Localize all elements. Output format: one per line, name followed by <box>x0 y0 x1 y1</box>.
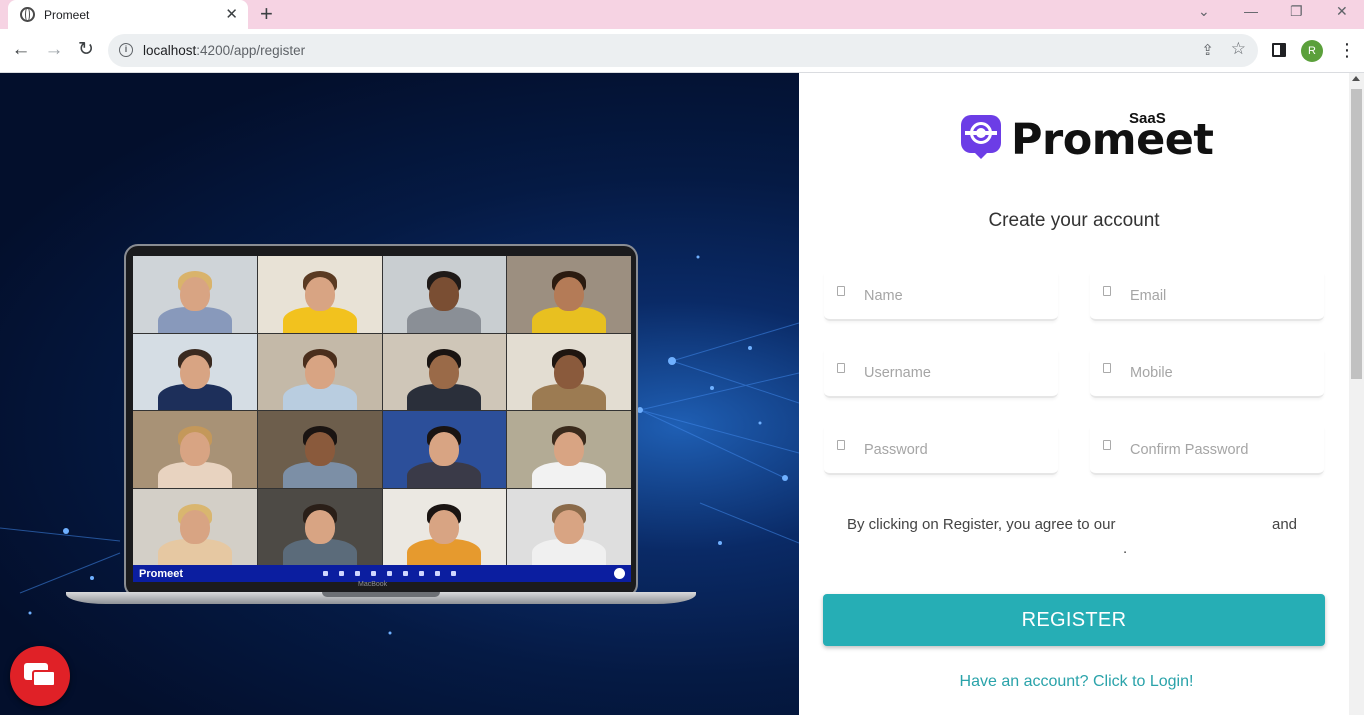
participant-tile <box>507 488 631 565</box>
participant-tile <box>133 488 257 565</box>
new-tab-button[interactable]: + <box>260 3 273 25</box>
bookmark-star-icon[interactable]: ☆ <box>1231 39 1246 59</box>
share-icon[interactable]: ⇪ <box>1201 41 1214 59</box>
confirm-password-input[interactable] <box>1130 439 1315 461</box>
hero-illustration: Promeet MacBook <box>0 73 799 715</box>
participant-tile <box>257 333 382 410</box>
brand-name: Promeet <box>1011 115 1214 165</box>
terms-end: . <box>1123 540 1128 557</box>
url-text[interactable]: localhost:4200/app/register <box>143 43 305 58</box>
password-field <box>824 427 1058 475</box>
register-button[interactable]: REGISTER <box>823 594 1325 646</box>
participant-tile <box>382 411 507 488</box>
forward-button[interactable]: → <box>42 39 66 61</box>
tab-close-icon[interactable]: ✕ <box>225 7 238 22</box>
meeting-app-logo: Promeet <box>139 567 184 580</box>
browser-tab-strip: Promeet ✕ + ⌄ — ❐ ✕ <box>0 0 1364 29</box>
terms-text: By clicking on Register, you agree to ou… <box>847 516 1116 533</box>
terms-notice: By clicking on Register, you agree to ou… <box>847 516 1307 557</box>
reload-button[interactable]: ↻ <box>74 39 98 61</box>
laptop-label: MacBook <box>358 581 388 588</box>
browser-toolbar: ← → ↻ i localhost:4200/app/register ⇪ ☆ … <box>0 29 1364 73</box>
page-title: Create your account <box>988 210 1160 231</box>
confirm-password-field <box>1090 427 1324 475</box>
minimize-button[interactable]: — <box>1244 2 1258 20</box>
live-chat-button[interactable] <box>10 646 70 706</box>
participant-grid <box>133 256 631 565</box>
email-input[interactable] <box>1130 285 1315 307</box>
brand-mark-icon <box>961 115 1001 159</box>
video-call-screen: Promeet <box>133 256 631 582</box>
username-input[interactable] <box>864 362 1049 384</box>
scrollbar-thumb[interactable] <box>1351 89 1362 379</box>
laptop-notch <box>322 592 440 597</box>
profile-avatar[interactable]: R <box>1301 40 1323 62</box>
participant-tile <box>257 488 382 565</box>
meeting-toolbar: Promeet <box>133 565 631 582</box>
meeting-controls-icons <box>323 571 457 576</box>
laptop-mockup: Promeet <box>124 244 638 598</box>
site-info-icon[interactable]: i <box>119 43 133 57</box>
login-link[interactable]: Have an account? Click to Login! <box>799 673 1354 691</box>
back-button[interactable]: ← <box>9 39 33 61</box>
participant-tile <box>133 411 257 488</box>
participant-tile <box>382 333 507 410</box>
mobile-input[interactable] <box>1130 362 1315 384</box>
page-scrollbar[interactable] <box>1349 73 1364 715</box>
side-panel-icon[interactable] <box>1272 43 1286 57</box>
participant-tile <box>507 256 631 333</box>
restore-button[interactable]: ❐ <box>1290 2 1303 20</box>
participant-tile <box>507 411 631 488</box>
scroll-up-arrow-icon[interactable] <box>1352 76 1360 81</box>
email-icon <box>1103 286 1111 296</box>
email-field <box>1090 273 1324 321</box>
brand-badge: SaaS <box>1129 110 1166 127</box>
terms-and: and <box>1272 516 1298 533</box>
participant-tile <box>133 256 257 333</box>
chat-icon-back <box>32 670 56 687</box>
participant-tile <box>382 256 507 333</box>
brand-logo: Promeet SaaS <box>961 110 1214 163</box>
username-field <box>824 350 1058 398</box>
register-panel: Promeet SaaS Create your account Name Em… <box>799 73 1349 715</box>
end-call-icon <box>614 568 625 579</box>
address-bar[interactable]: i localhost:4200/app/register ⇪ ☆ <box>108 34 1258 67</box>
participant-tile <box>382 488 507 565</box>
participant-tile <box>133 333 257 410</box>
close-window-button[interactable]: ✕ <box>1336 2 1348 20</box>
globe-icon <box>20 7 35 22</box>
page: Promeet MacBook Promeet SaaS Create your… <box>0 73 1364 715</box>
participant-tile <box>257 256 382 333</box>
password-input[interactable] <box>864 439 1049 461</box>
name-field <box>824 273 1058 321</box>
participant-tile <box>257 411 382 488</box>
browser-tab[interactable]: Promeet ✕ <box>8 0 248 29</box>
lock-icon <box>1103 440 1111 450</box>
user-icon <box>837 286 845 296</box>
phone-icon <box>1103 363 1111 373</box>
tab-search-icon[interactable]: ⌄ <box>1198 2 1210 20</box>
lock-icon <box>837 440 845 450</box>
browser-menu-icon[interactable]: ⋮ <box>1338 39 1356 61</box>
tab-title: Promeet <box>44 7 90 22</box>
participant-tile <box>507 333 631 410</box>
mobile-field <box>1090 350 1324 398</box>
username-icon <box>837 363 845 373</box>
name-input[interactable] <box>864 285 1049 307</box>
